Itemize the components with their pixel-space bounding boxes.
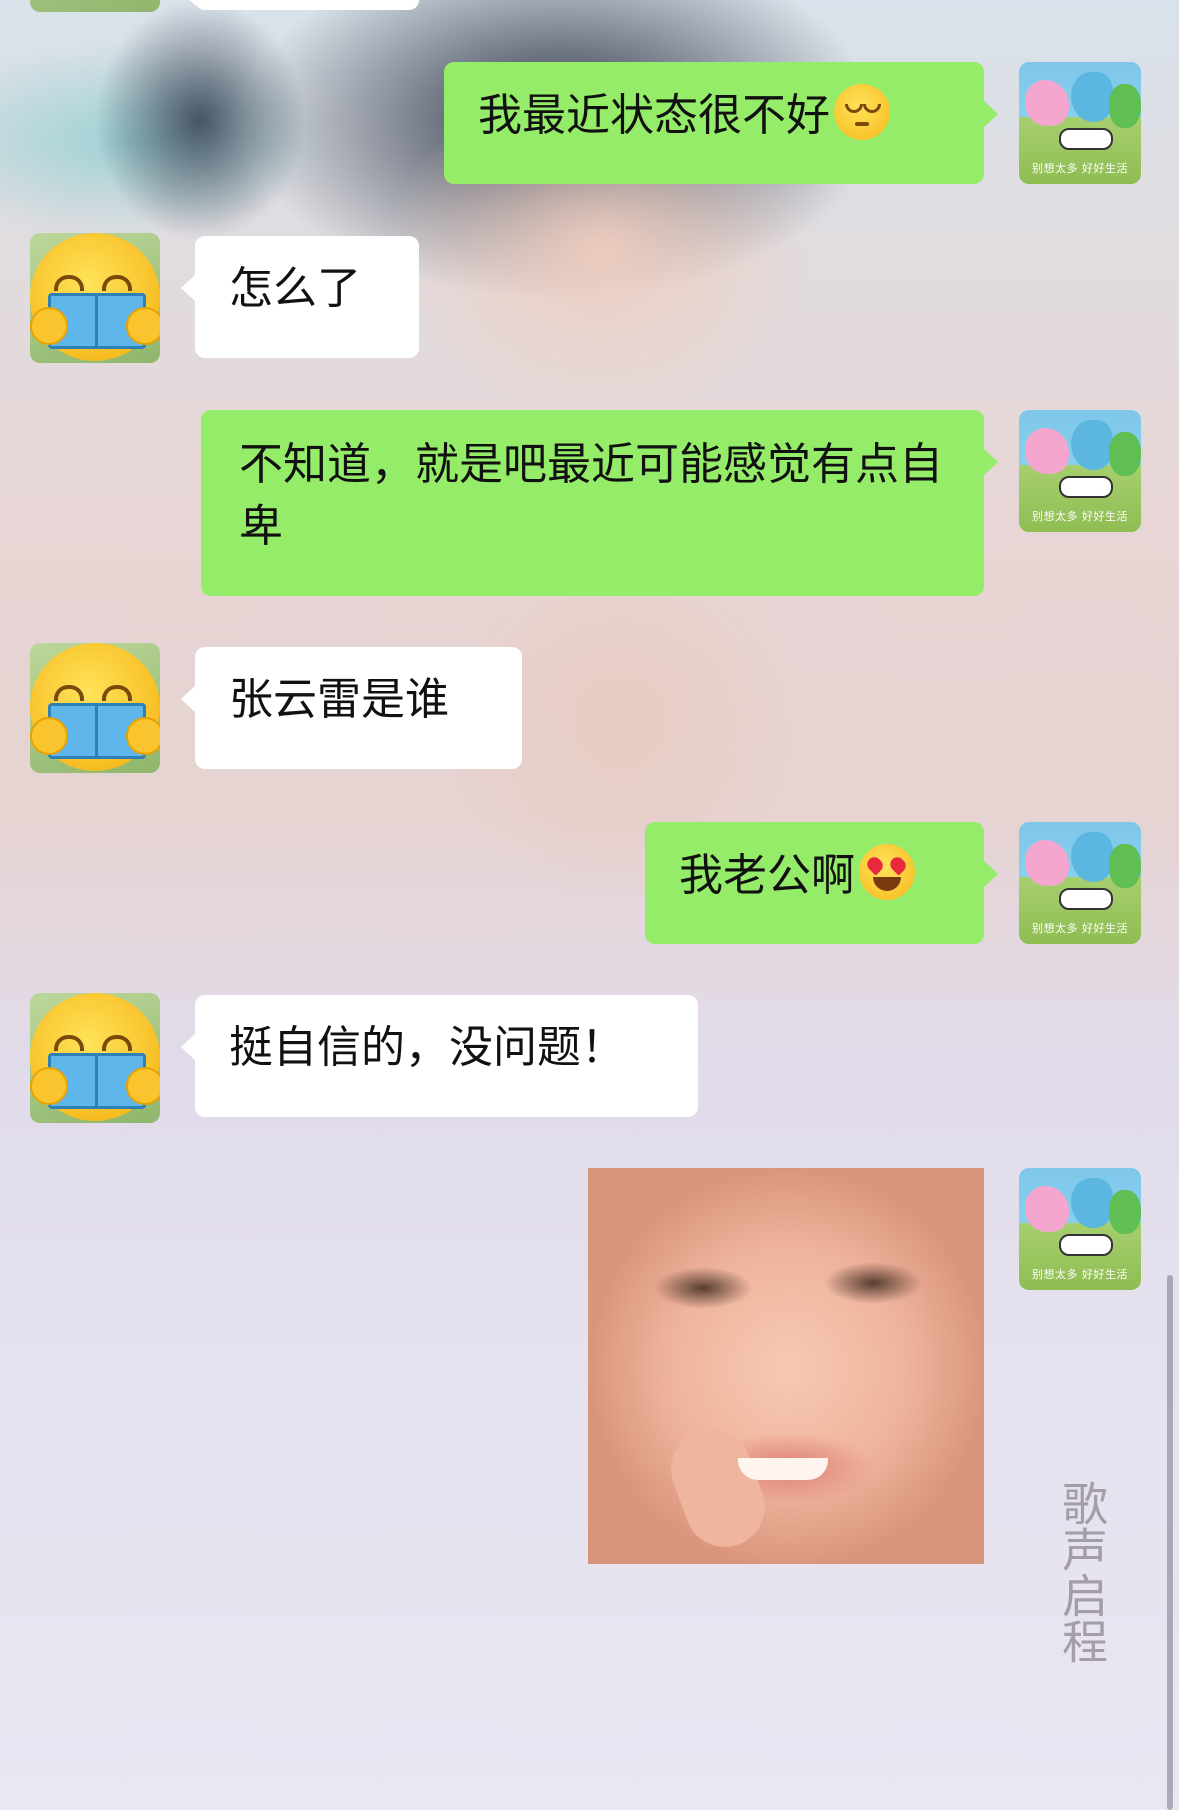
contact-avatar[interactable]: [30, 993, 160, 1123]
image-message-smiling-toddler[interactable]: [588, 1168, 984, 1564]
message-text: 我老公啊: [679, 850, 855, 901]
avatar-caption: 别想太多 好好生活: [1032, 922, 1128, 935]
reading-emoji-icon: [30, 643, 160, 771]
avatar-caption: 别想太多 好好生活: [1032, 510, 1128, 523]
message-text: 我最近状态很不好: [478, 90, 830, 141]
message-bubble-outgoing[interactable]: 我最近状态很不好: [444, 62, 998, 184]
message-bubble-outgoing[interactable]: 我老公啊: [645, 822, 998, 944]
message-bubble-incoming[interactable]: 挺自信的，没问题！: [181, 995, 698, 1117]
message-text: 张云雷是谁: [229, 674, 449, 725]
message-bubble-partial[interactable]: [181, 0, 419, 10]
my-avatar[interactable]: 别想太多 好好生活: [1019, 822, 1141, 944]
message-bubble-incoming[interactable]: 怎么了: [181, 236, 419, 358]
message-text: 不知道，就是吧最近可能感觉有点自卑: [239, 439, 943, 552]
message-bubble-incoming[interactable]: 张云雷是谁: [181, 647, 522, 769]
avatar-caption: 别想太多 好好生活: [1032, 1268, 1128, 1281]
background-watermark: 歌声启程: [1055, 1480, 1109, 1664]
reading-emoji-icon: [30, 233, 160, 361]
contact-avatar[interactable]: [30, 643, 160, 773]
message-text: 挺自信的，没问题！: [229, 1022, 625, 1073]
my-avatar[interactable]: 别想太多 好好生活: [1019, 410, 1141, 532]
my-avatar[interactable]: 别想太多 好好生活: [1019, 1168, 1141, 1290]
scrollbar[interactable]: [1167, 1275, 1173, 1810]
pensive-face-icon: [834, 84, 890, 140]
heart-eyes-face-icon: [859, 844, 915, 900]
contact-avatar[interactable]: [30, 233, 160, 363]
contact-avatar[interactable]: [30, 0, 160, 12]
avatar-caption: 别想太多 好好生活: [1032, 162, 1128, 175]
my-avatar[interactable]: 别想太多 好好生活: [1019, 62, 1141, 184]
message-bubble-outgoing[interactable]: 不知道，就是吧最近可能感觉有点自卑: [201, 410, 998, 596]
reading-emoji-icon: [30, 993, 160, 1121]
message-text: 怎么了: [229, 263, 361, 314]
